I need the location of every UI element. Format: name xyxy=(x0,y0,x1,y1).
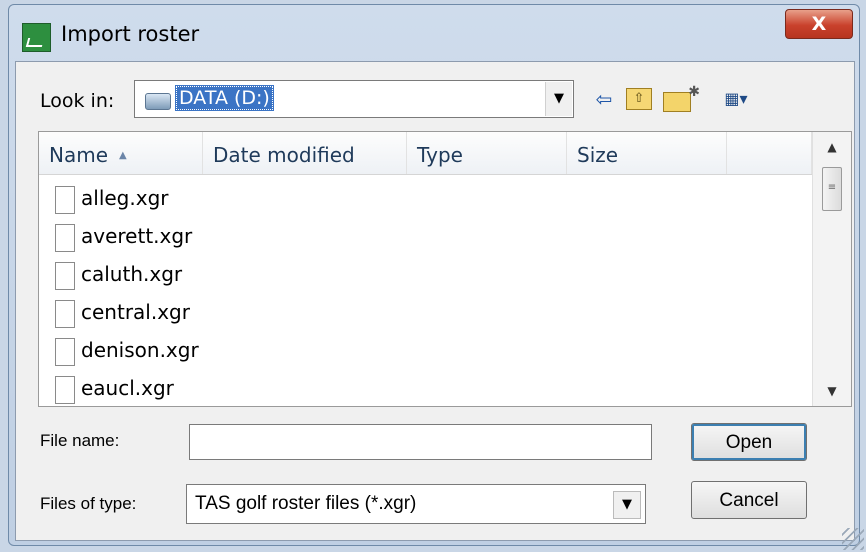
file-icon xyxy=(55,338,75,366)
chevron-down-icon[interactable]: ▼ xyxy=(613,491,641,519)
file-name: alleg.xgr xyxy=(81,186,169,210)
look-in-label: Look in: xyxy=(40,90,115,112)
file-name: eaucl.xgr xyxy=(81,376,174,400)
scroll-down-icon[interactable]: ▼ xyxy=(813,384,851,398)
file-icon xyxy=(55,262,75,290)
file-name: central.xgr xyxy=(81,300,190,324)
column-header-date-modified[interactable]: Date modified xyxy=(203,132,407,174)
file-icon xyxy=(55,224,75,252)
file-name: averett.xgr xyxy=(81,224,193,248)
window-title: Import roster xyxy=(61,22,200,46)
sort-ascending-icon: ▲ xyxy=(119,150,127,161)
look-in-combobox[interactable]: DATA (D:) ▼ xyxy=(134,80,574,118)
file-name: denison.xgr xyxy=(81,338,199,362)
scroll-thumb[interactable]: ≡ xyxy=(822,167,842,211)
file-type-label: Files of type: xyxy=(40,494,137,513)
file-icon xyxy=(55,300,75,328)
chevron-down-icon[interactable]: ▼ xyxy=(545,82,572,116)
column-header-size[interactable]: Size xyxy=(567,132,727,174)
open-button[interactable]: Open xyxy=(691,423,807,461)
close-button[interactable]: X xyxy=(785,9,853,39)
title-bar[interactable]: Import roster X xyxy=(9,5,859,61)
file-icon xyxy=(55,186,75,214)
file-type-combobox[interactable]: TAS golf roster files (*.xgr) ▼ xyxy=(186,484,646,524)
column-header-name-label: Name xyxy=(49,143,109,167)
list-header: ▲ Name Date modified Type Size xyxy=(39,132,812,175)
back-icon[interactable]: ⇦ xyxy=(590,86,618,112)
scroll-up-icon[interactable]: ▲ xyxy=(813,140,851,154)
vertical-scrollbar[interactable]: ▲ ≡ ▼ xyxy=(812,132,851,406)
drive-icon xyxy=(145,93,171,110)
file-name-input[interactable] xyxy=(189,424,652,460)
file-list[interactable]: ▲ Name Date modified Type Size alleg.xgr… xyxy=(38,131,852,407)
cancel-button[interactable]: Cancel xyxy=(691,481,807,519)
file-name-label: File name: xyxy=(40,431,120,450)
resize-grip-icon[interactable] xyxy=(842,528,864,550)
look-in-value: DATA (D:) xyxy=(175,85,274,111)
column-header-type[interactable]: Type xyxy=(407,132,567,174)
view-menu-icon[interactable]: ▦▾ xyxy=(718,86,754,112)
new-folder-icon[interactable] xyxy=(663,79,700,112)
column-header-name[interactable]: ▲ Name xyxy=(39,132,203,174)
file-type-value: TAS golf roster files (*.xgr) xyxy=(195,493,417,514)
file-name: caluth.xgr xyxy=(81,262,183,286)
file-icon xyxy=(55,376,75,404)
column-header-empty xyxy=(727,132,812,174)
app-icon xyxy=(22,23,51,52)
up-folder-icon[interactable]: ⇧ xyxy=(626,88,652,110)
